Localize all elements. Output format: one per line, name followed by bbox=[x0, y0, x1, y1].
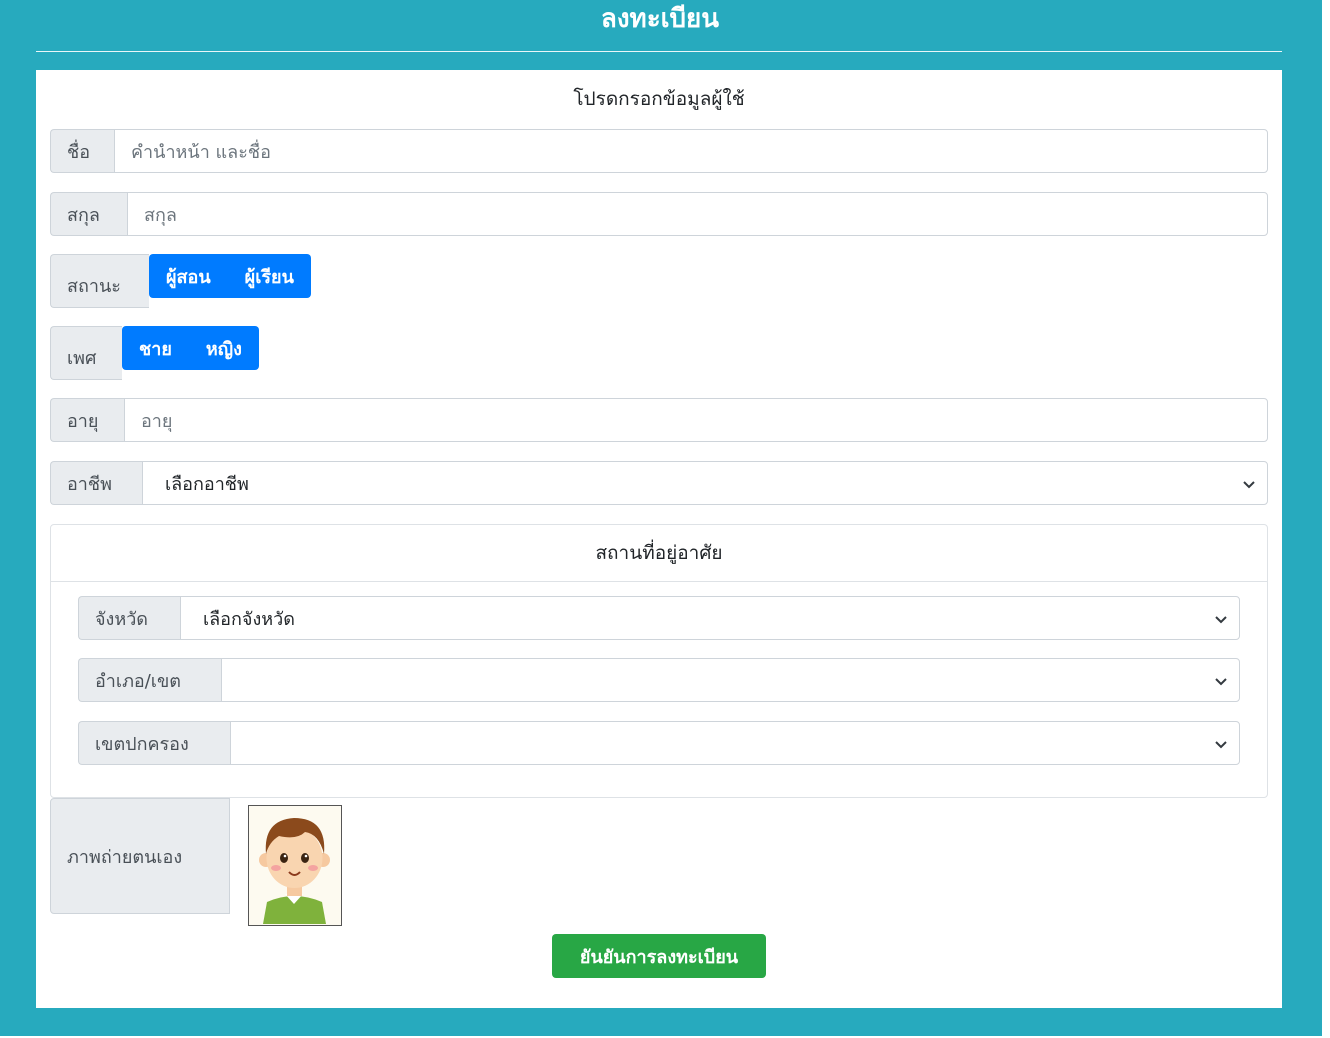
occupation-label: อาชีพ bbox=[50, 461, 142, 505]
chevron-down-icon bbox=[1215, 678, 1227, 686]
age-row: อายุ อายุ bbox=[50, 398, 1268, 442]
window-edge-right bbox=[1322, 0, 1330, 1038]
last-name-label: สกุล bbox=[50, 192, 127, 236]
last-name-input[interactable]: สกุล bbox=[127, 192, 1268, 236]
gender-row: เพศ ชาย หญิง bbox=[50, 326, 259, 380]
last-name-row: สกุล สกุล bbox=[50, 192, 1268, 236]
first-name-placeholder: คำนำหน้า และชื่อ bbox=[131, 141, 271, 163]
province-selected: เลือกจังหวัด bbox=[203, 608, 295, 630]
status-toggle-group: ผู้สอน ผู้เรียน bbox=[149, 254, 311, 298]
age-label: อายุ bbox=[50, 398, 124, 442]
status-teacher-button[interactable]: ผู้สอน bbox=[149, 254, 228, 298]
district-select[interactable] bbox=[221, 658, 1240, 702]
province-row: จังหวัด เลือกจังหวัด bbox=[78, 596, 1240, 640]
status-row: สถานะ ผู้สอน ผู้เรียน bbox=[50, 254, 311, 308]
photo-label: ภาพถ่ายตนเอง bbox=[50, 798, 230, 914]
gender-male-button[interactable]: ชาย bbox=[122, 326, 189, 370]
registration-form-card: โปรดกรอกข้อมูลผู้ใช้ ชื่อ คำนำหน้า และชื… bbox=[36, 70, 1282, 1008]
confirm-registration-button[interactable]: ยันยันการลงทะเบียน bbox=[552, 934, 766, 978]
chevron-down-icon bbox=[1243, 481, 1255, 489]
last-name-placeholder: สกุล bbox=[144, 204, 177, 226]
subdistrict-label: เขตปกครอง bbox=[78, 721, 230, 765]
occupation-selected: เลือกอาชีพ bbox=[165, 473, 249, 495]
province-select[interactable]: เลือกจังหวัด bbox=[180, 596, 1240, 640]
title-divider bbox=[36, 51, 1282, 52]
avatar-illustration bbox=[249, 806, 340, 924]
status-student-button[interactable]: ผู้เรียน bbox=[227, 254, 311, 298]
first-name-input[interactable]: คำนำหน้า และชื่อ bbox=[114, 129, 1268, 173]
first-name-label: ชื่อ bbox=[50, 129, 114, 173]
occupation-row: อาชีพ เลือกอาชีพ bbox=[50, 461, 1268, 505]
form-heading: โปรดกรอกข้อมูลผู้ใช้ bbox=[573, 88, 745, 110]
district-row: อำเภอ/เขต bbox=[78, 658, 1240, 702]
age-input[interactable]: อายุ bbox=[124, 398, 1268, 442]
district-label: อำเภอ/เขต bbox=[78, 658, 221, 702]
subdistrict-select[interactable] bbox=[230, 721, 1240, 765]
profile-photo[interactable] bbox=[248, 805, 342, 926]
status-label: สถานะ bbox=[50, 254, 149, 308]
gender-label: เพศ bbox=[50, 326, 122, 380]
gender-toggle-group: ชาย หญิง bbox=[122, 326, 259, 370]
gender-female-button[interactable]: หญิง bbox=[188, 326, 259, 370]
chevron-down-icon bbox=[1215, 616, 1227, 624]
chevron-down-icon bbox=[1215, 741, 1227, 749]
occupation-select[interactable]: เลือกอาชีพ bbox=[142, 461, 1268, 505]
province-label: จังหวัด bbox=[78, 596, 180, 640]
address-section: สถานที่อยู่อาศัย จังหวัด เลือกจังหวัด อำ… bbox=[50, 524, 1268, 798]
first-name-row: ชื่อ คำนำหน้า และชื่อ bbox=[50, 129, 1268, 173]
age-placeholder: อายุ bbox=[141, 410, 173, 432]
subdistrict-row: เขตปกครอง bbox=[78, 721, 1240, 765]
page-title: ลงทะเบียน bbox=[600, 4, 720, 34]
address-heading: สถานที่อยู่อาศัย bbox=[51, 525, 1267, 582]
